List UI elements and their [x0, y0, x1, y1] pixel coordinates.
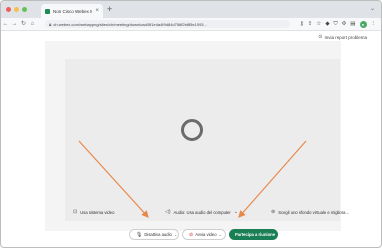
annotation-arrows [78, 140, 307, 218]
right-annotation-arrow [238, 140, 307, 218]
left-annotation-arrow [78, 140, 149, 218]
browser-window: Non Cisco Webex Meetings fin... × + ⌄ ← … [0, 0, 382, 248]
